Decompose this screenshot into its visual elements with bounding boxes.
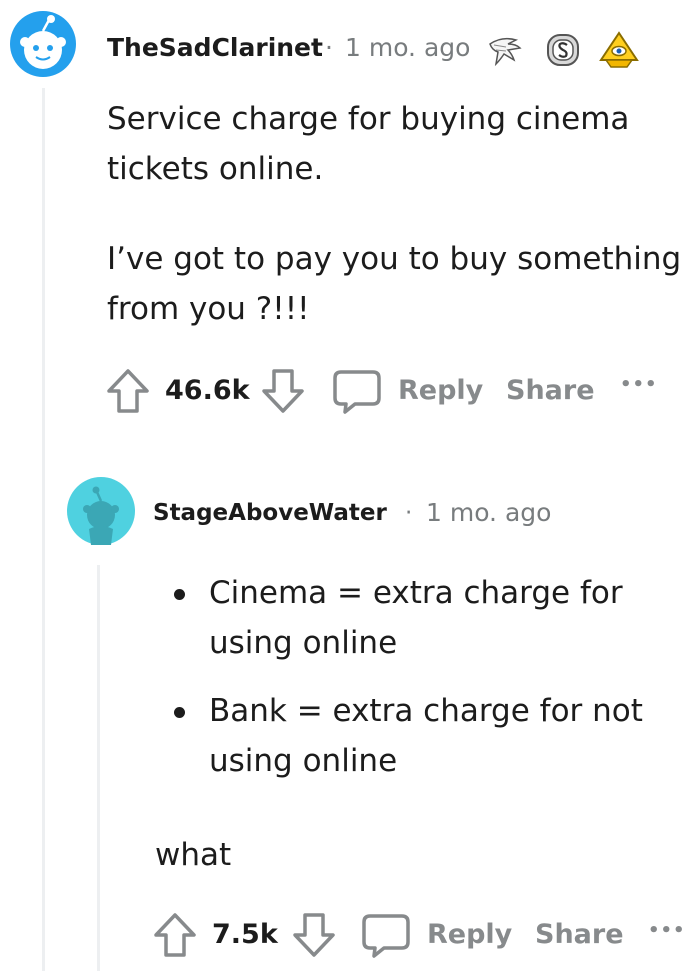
more-options-icon[interactable]: ••• xyxy=(620,374,658,396)
bullet-point xyxy=(174,707,185,718)
list-item: Bank = extra charge for not using online xyxy=(155,686,675,786)
snoo-avatar-icon xyxy=(67,477,135,545)
comment-2: StageAboveWater · 1 mo. ago Cinema = ext… xyxy=(0,470,700,971)
comment-body-paragraph-1: Service charge for buying cinema tickets… xyxy=(107,101,630,187)
reply-label: Reply xyxy=(398,375,484,406)
snoo-avatar-icon xyxy=(10,11,76,77)
avatar[interactable] xyxy=(67,477,135,545)
comment-bubble-icon xyxy=(333,370,381,414)
award-gold-icon[interactable] xyxy=(598,30,640,70)
share-button[interactable]: Share xyxy=(535,918,624,952)
timestamp[interactable]: 1 mo. ago xyxy=(426,497,551,529)
list-item: Cinema = extra charge for using online xyxy=(155,568,675,668)
comment-body-text: what xyxy=(155,837,232,873)
comment-1: TheSadClarinet · 1 mo. ago Service charg… xyxy=(0,0,700,440)
reply-button[interactable]: Reply xyxy=(362,910,512,960)
separator-dot: · xyxy=(325,33,333,62)
bullet-point xyxy=(174,589,185,600)
reply-button[interactable]: Reply xyxy=(333,366,483,416)
comment-body-paragraph-2: I’ve got to pay you to buy something fro… xyxy=(107,241,682,327)
separator-dot: · xyxy=(405,500,413,526)
username[interactable]: TheSadClarinet xyxy=(107,31,323,65)
upvote-icon[interactable] xyxy=(153,912,197,958)
list-item-text: Bank = extra charge for not using online xyxy=(209,693,643,779)
reply-label: Reply xyxy=(427,919,513,950)
share-button[interactable]: Share xyxy=(506,374,595,408)
list-item-text: Cinema = extra charge for using online xyxy=(209,575,623,661)
award-wings-icon[interactable] xyxy=(486,30,524,68)
comment-body-list: Cinema = extra charge for using online B… xyxy=(155,568,675,804)
avatar[interactable] xyxy=(9,10,77,78)
award-silver-icon[interactable] xyxy=(545,32,581,68)
downvote-icon[interactable] xyxy=(261,368,305,414)
vote-score: 46.6k xyxy=(165,375,250,406)
downvote-icon[interactable] xyxy=(292,912,336,958)
username[interactable]: StageAboveWater xyxy=(153,497,387,529)
upvote-icon[interactable] xyxy=(106,368,150,414)
more-options-icon[interactable]: ••• xyxy=(648,920,686,942)
comment-bubble-icon xyxy=(362,914,410,958)
timestamp[interactable]: 1 mo. ago xyxy=(345,31,470,65)
vote-score: 7.5k xyxy=(212,919,278,950)
